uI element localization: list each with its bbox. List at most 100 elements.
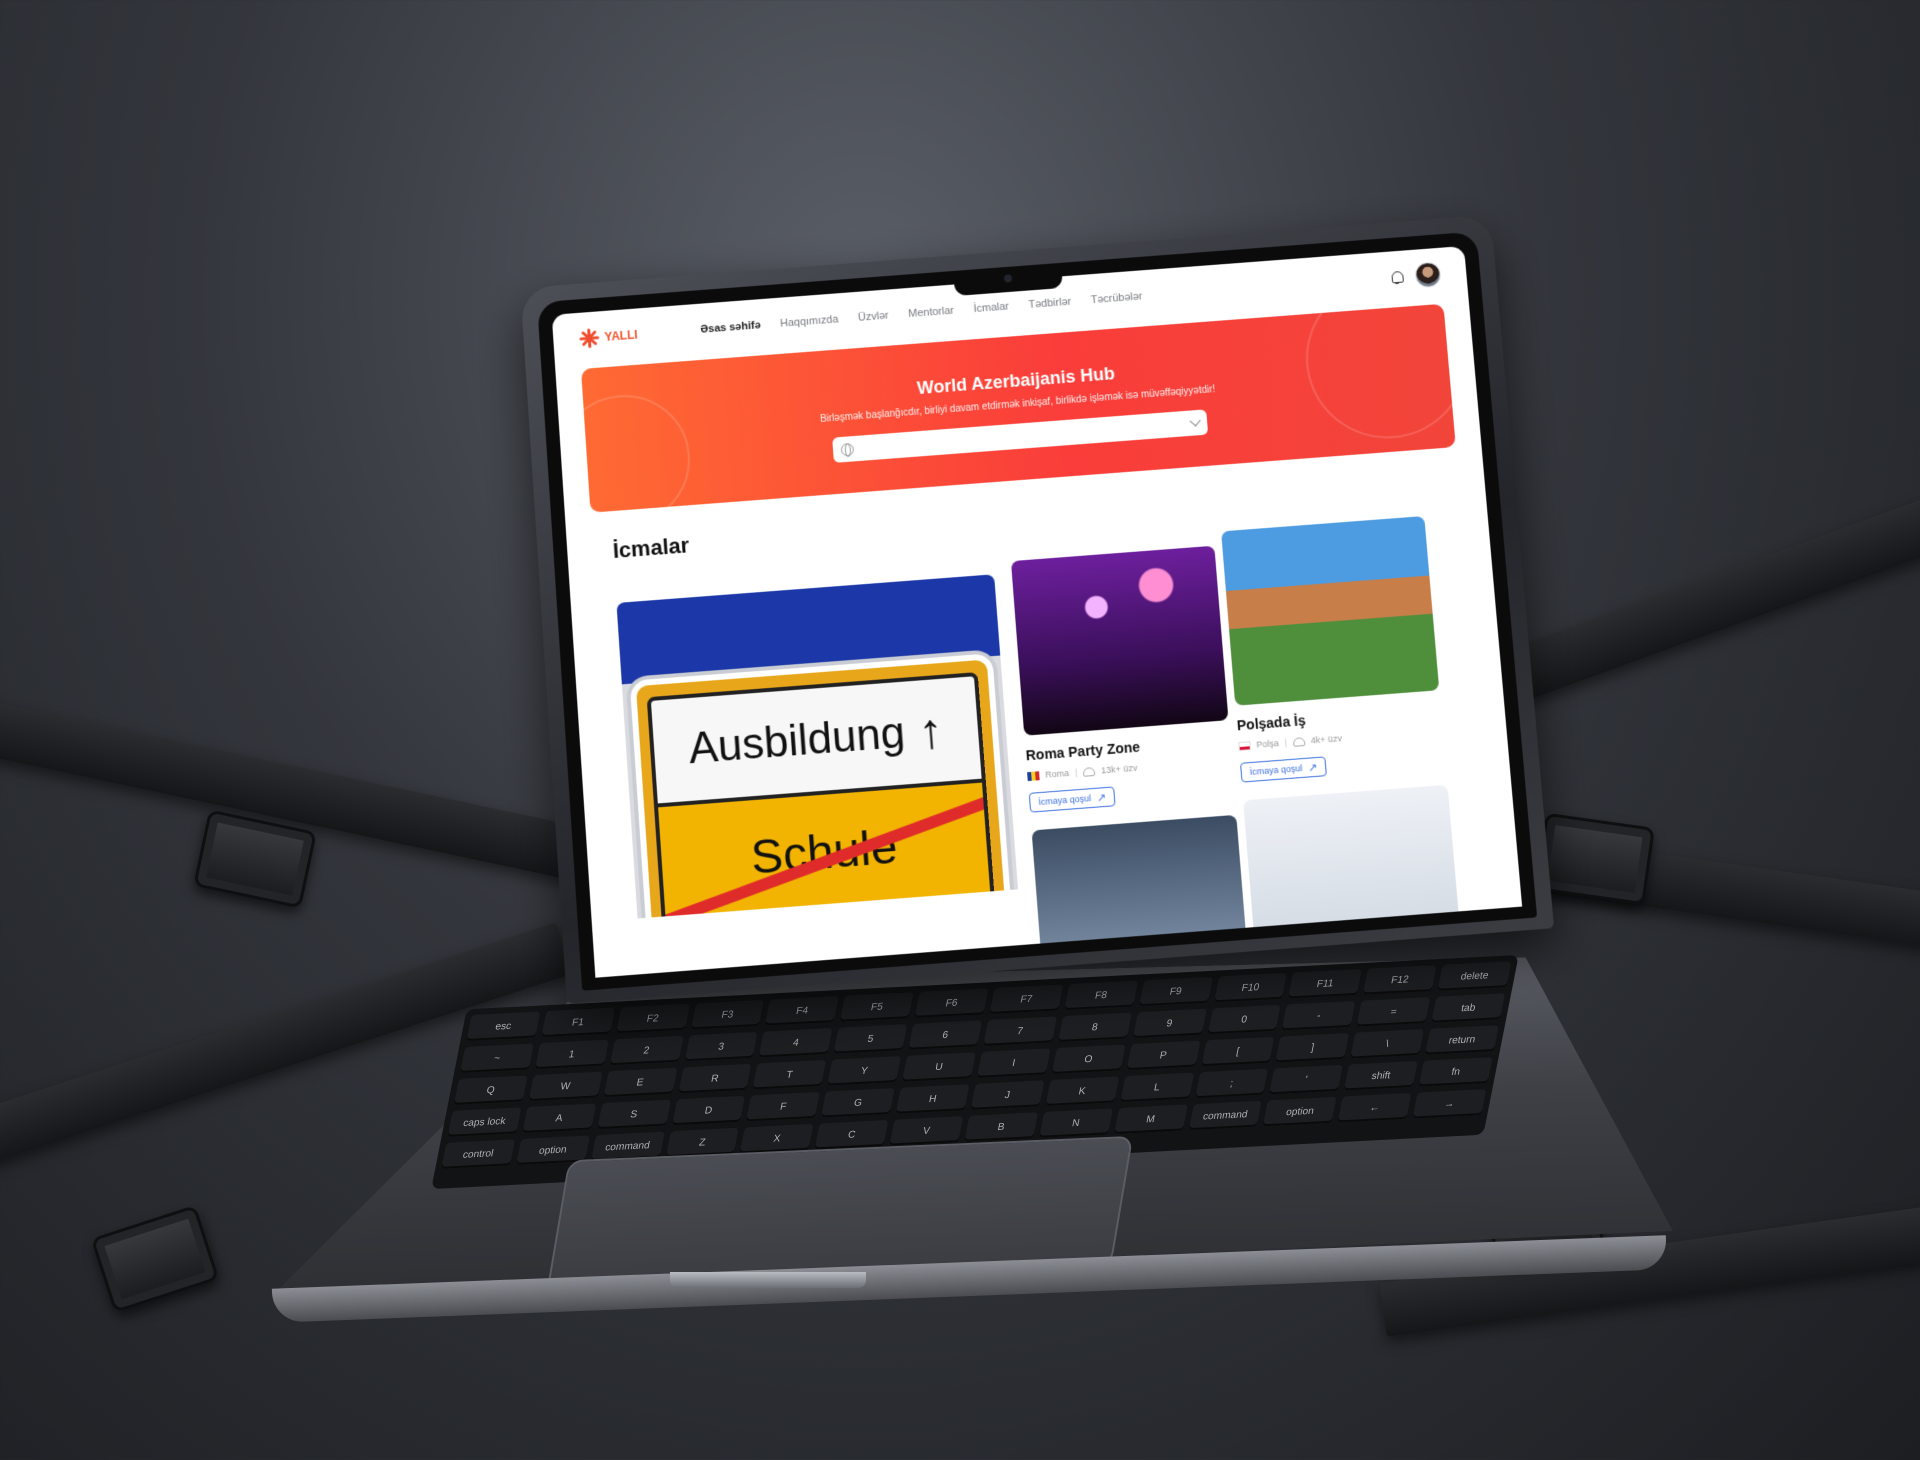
keyboard-key[interactable]: fn xyxy=(1418,1057,1493,1087)
join-community-button[interactable]: İcmaya qoşul ↗ xyxy=(1028,786,1116,813)
keyboard-key[interactable]: W xyxy=(528,1071,603,1102)
keyboard-key[interactable]: 8 xyxy=(1057,1012,1132,1043)
keyboard-key[interactable]: 3 xyxy=(684,1031,759,1062)
keyboard-key[interactable]: ~ xyxy=(460,1043,534,1073)
keyboard-key[interactable]: B xyxy=(964,1112,1039,1142)
keyboard-key[interactable]: F9 xyxy=(1138,976,1213,1007)
keyboard-key[interactable]: F2 xyxy=(615,1003,690,1034)
sign-bottom-panel: Schule xyxy=(654,782,995,919)
nav-item-members[interactable]: Üzvlər xyxy=(858,310,889,324)
keyboard-key[interactable]: X xyxy=(740,1123,814,1154)
sign-top-text: Ausbildung xyxy=(687,708,907,774)
nav-item-events[interactable]: Tədbirlər xyxy=(1028,296,1071,311)
keyboard-key[interactable]: 0 xyxy=(1207,1004,1282,1035)
keyboard-key[interactable]: F12 xyxy=(1363,965,1437,995)
keyboard-key[interactable]: 7 xyxy=(983,1016,1057,1046)
users-icon xyxy=(1292,736,1306,747)
keyboard-key[interactable]: G xyxy=(821,1088,895,1118)
keyboard-key[interactable]: F4 xyxy=(765,996,840,1026)
laptop: esc F1 F2 F3 F4 F5 F6 F7 F8 F9 F10 F11 F12 delete ~1 2 3… xyxy=(0,0,1920,1460)
user-avatar[interactable] xyxy=(1414,261,1442,289)
keyboard-key[interactable]: V xyxy=(889,1116,964,1146)
keyboard-key[interactable]: → xyxy=(1412,1089,1487,1119)
keyboard-key[interactable]: 5 xyxy=(833,1024,908,1054)
keyboard-key[interactable]: 4 xyxy=(758,1027,833,1058)
keyboard-key[interactable]: esc xyxy=(466,1011,541,1041)
keyboard-key[interactable]: \ xyxy=(1350,1028,1425,1059)
keyboard-key[interactable]: 2 xyxy=(609,1035,684,1066)
keyboard-key[interactable]: = xyxy=(1356,997,1431,1027)
notification-bell-icon[interactable] xyxy=(1389,270,1404,285)
keyboard-key[interactable]: A xyxy=(522,1103,596,1133)
keyboard-key[interactable]: I xyxy=(976,1048,1051,1078)
keyboard-key[interactable]: U xyxy=(902,1052,976,1082)
keyboard-key[interactable]: ] xyxy=(1275,1032,1350,1063)
keyboard-key[interactable]: F11 xyxy=(1288,968,1363,999)
keyboard-key[interactable]: R xyxy=(677,1063,752,1094)
keyboard-key[interactable]: D xyxy=(671,1095,746,1126)
keyboard-key[interactable]: 9 xyxy=(1132,1008,1207,1039)
keyboard-key[interactable]: Y xyxy=(827,1056,902,1086)
keyboard-key[interactable]: K xyxy=(1045,1076,1120,1106)
sign-bottom-text: Schule xyxy=(749,820,900,885)
community-card: Roma Party Zone Roma | 13k+ üzv İcmaya q… xyxy=(1010,545,1235,813)
meta-separator: | xyxy=(1074,767,1078,778)
join-community-button[interactable]: İcmaya qoşul ↗ xyxy=(1239,756,1328,783)
keyboard-key[interactable]: L xyxy=(1119,1072,1194,1103)
keyboard-key[interactable]: F5 xyxy=(839,992,914,1022)
arrow-up-icon: ↑ xyxy=(916,702,946,760)
keyboard-key[interactable]: ' xyxy=(1269,1064,1344,1095)
keyboard-key[interactable]: F7 xyxy=(989,984,1064,1014)
nav-item-experiences[interactable]: Təcrübələr xyxy=(1090,291,1143,306)
community-image[interactable] xyxy=(1010,545,1229,736)
keyboard-key[interactable]: P xyxy=(1126,1040,1201,1071)
nav-item-communities[interactable]: İcmalar xyxy=(973,301,1009,315)
keyboard-key[interactable]: E xyxy=(603,1067,678,1098)
keyboard-key[interactable]: F10 xyxy=(1213,972,1288,1003)
community-image[interactable] xyxy=(1243,784,1463,977)
nav-item-mentors[interactable]: Mentorlar xyxy=(908,305,954,320)
keyboard-key[interactable]: N xyxy=(1038,1108,1113,1138)
keyboard-key[interactable]: T xyxy=(752,1059,827,1090)
country-search-input[interactable] xyxy=(861,417,1192,454)
keyboard-key[interactable]: Q xyxy=(453,1075,528,1105)
keyboard-key[interactable]: F3 xyxy=(690,999,765,1030)
nav-item-about[interactable]: Haqqımızda xyxy=(780,314,839,330)
keyboard-key[interactable]: command xyxy=(1188,1100,1263,1131)
keyboard-key[interactable]: return xyxy=(1425,1025,1499,1055)
keyboard-key[interactable]: S xyxy=(596,1099,671,1130)
screen: YALLI Əsas səhifə Haqqımızda Üzvlər Ment… xyxy=(551,245,1523,978)
keyboard-key[interactable]: F8 xyxy=(1064,980,1138,1011)
keyboard-key[interactable]: [ xyxy=(1201,1036,1275,1067)
keyboard-key[interactable]: shift xyxy=(1344,1060,1418,1091)
keyboard-key[interactable]: ← xyxy=(1337,1092,1412,1123)
keyboard-key[interactable]: option xyxy=(1263,1096,1337,1127)
laptop-notch-edge xyxy=(670,1272,866,1288)
keyboard-key[interactable]: - xyxy=(1282,1000,1356,1031)
keyboard-key[interactable]: H xyxy=(895,1084,970,1114)
keyboard-key[interactable]: C xyxy=(814,1119,889,1150)
keyboard-key[interactable]: tab xyxy=(1431,993,1506,1023)
keyboard-key[interactable]: F xyxy=(746,1091,821,1122)
keyboard-key[interactable]: M xyxy=(1113,1104,1188,1135)
keyboard-key[interactable]: 6 xyxy=(908,1020,983,1050)
keyboard-key[interactable]: delete xyxy=(1437,961,1512,991)
keyboard-key[interactable]: ; xyxy=(1194,1068,1269,1099)
community-image[interactable] xyxy=(1221,515,1440,706)
keyboard-key[interactable]: F1 xyxy=(541,1007,615,1038)
community-image[interactable] xyxy=(1031,814,1251,978)
featured-community-card[interactable]: Ausbildung ↑ Schule xyxy=(616,574,1019,919)
meta-separator: | xyxy=(1284,737,1288,748)
nav-item-home[interactable]: Əsas səhifə xyxy=(700,320,761,336)
keyboard-key[interactable]: 1 xyxy=(534,1039,609,1070)
keyboard-key[interactable]: caps lock xyxy=(447,1107,522,1137)
keyboard-key[interactable]: O xyxy=(1051,1044,1126,1074)
logo[interactable]: YALLI xyxy=(578,325,638,349)
keyboard-key[interactable]: F6 xyxy=(914,988,989,1018)
join-button-label: İcmaya qoşul xyxy=(1038,793,1092,808)
external-arrow-icon: ↗ xyxy=(1096,791,1107,805)
keyboard-key[interactable]: control xyxy=(441,1139,515,1169)
keyboard-key[interactable]: J xyxy=(970,1080,1045,1110)
nav-actions xyxy=(1389,261,1442,290)
community-members: 13k+ üzv xyxy=(1100,762,1138,776)
